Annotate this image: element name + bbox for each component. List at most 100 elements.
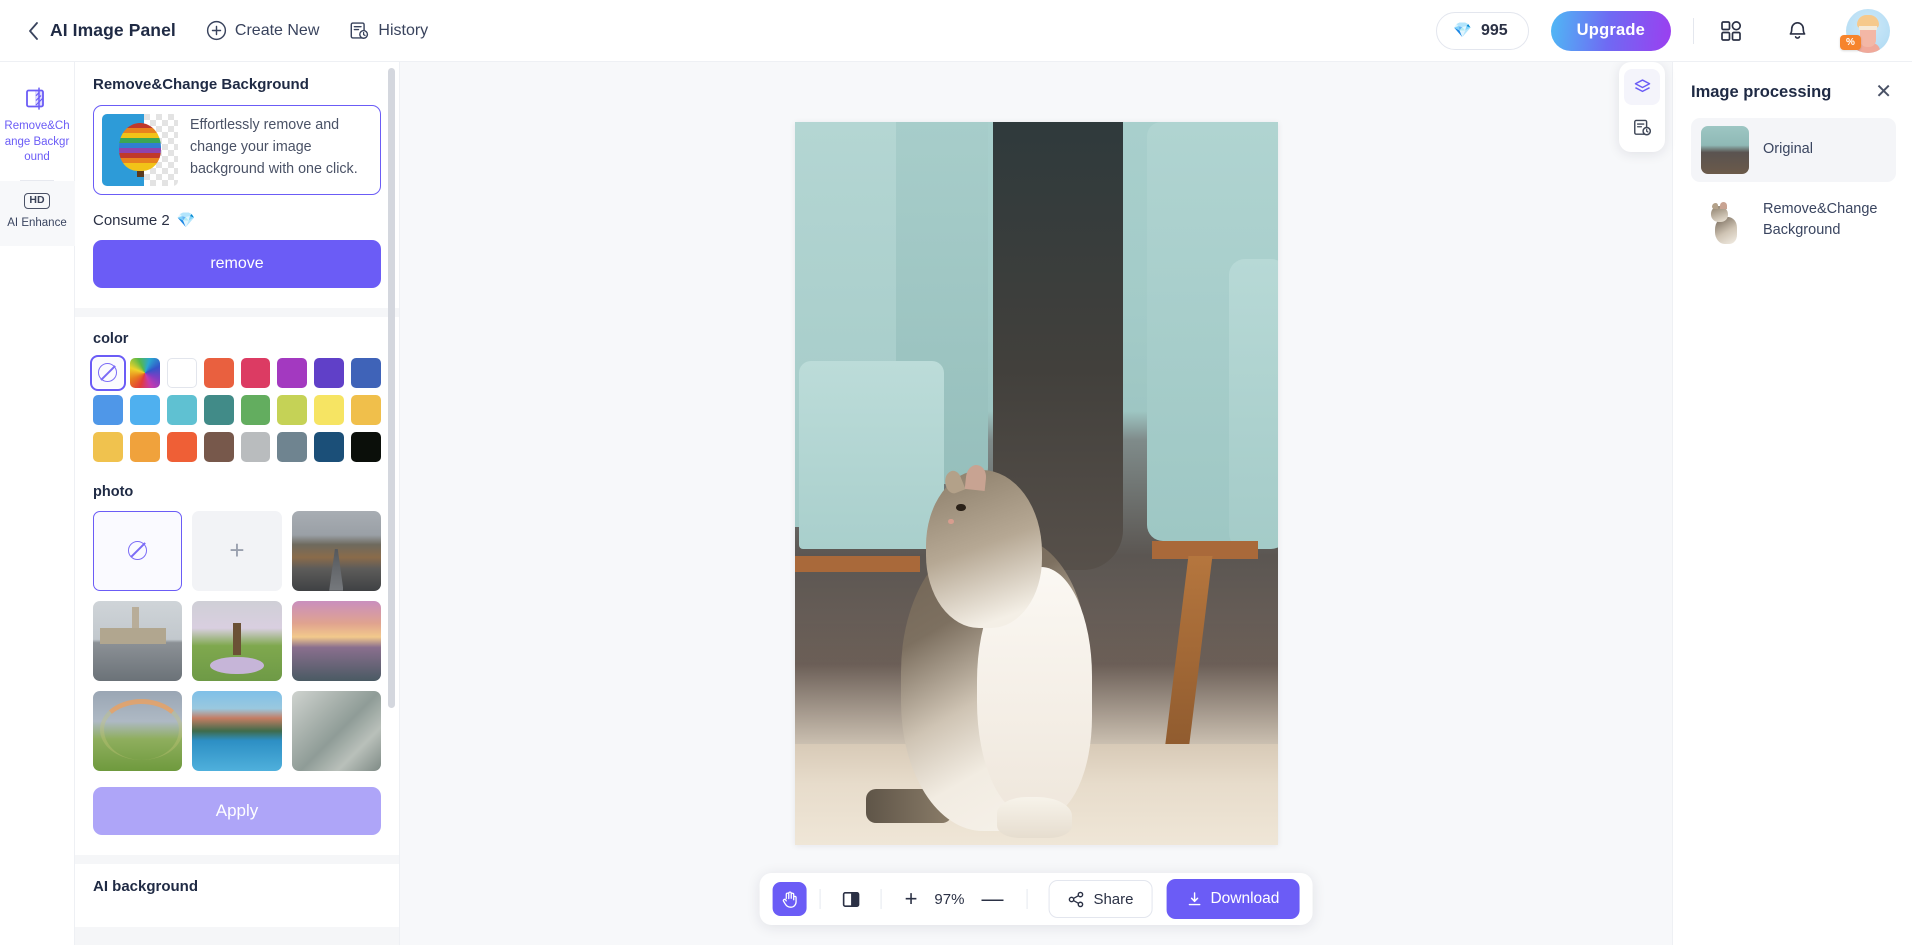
history-document-icon — [350, 22, 369, 39]
credits-badge[interactable]: 💎 995 — [1436, 11, 1529, 50]
hand-pan-button[interactable] — [772, 882, 807, 916]
notifications-button[interactable] — [1782, 16, 1812, 46]
sidebar-item-label: Remove&Change Background — [4, 120, 70, 164]
photo-option-mountain-road[interactable] — [291, 510, 381, 591]
compare-button[interactable] — [834, 882, 868, 916]
color-swatch[interactable] — [166, 358, 197, 388]
color-swatch-none[interactable] — [90, 355, 126, 391]
consume-row: Consume 2 💎 — [93, 212, 381, 229]
color-swatch[interactable] — [351, 358, 381, 388]
promo-card[interactable]: Effortlessly remove and change your imag… — [93, 105, 381, 195]
color-swatch[interactable] — [314, 358, 345, 388]
history-button[interactable]: History — [349, 20, 428, 41]
apply-button[interactable]: Apply — [93, 786, 381, 835]
before-after-compare-icon — [842, 891, 859, 907]
background-picker-card: color photo + Apply — [75, 317, 399, 855]
history-label: History — [378, 21, 429, 39]
cat-original-thumbnail — [1701, 126, 1749, 174]
mini-cat-shape — [1709, 202, 1741, 244]
close-panel-button[interactable]: ✕ — [1871, 80, 1896, 104]
balloon-shape — [119, 123, 161, 177]
sidebar-item-ai-enhance[interactable]: HD AI Enhance — [0, 180, 75, 246]
avatar-button[interactable]: % — [1840, 8, 1890, 53]
mini-cat-ear-left — [1712, 203, 1718, 209]
promo-text: Effortlessly remove and change your imag… — [190, 117, 358, 178]
hot-air-balloon-thumbnail — [102, 114, 178, 186]
photo-option-rainbow-field[interactable] — [93, 690, 183, 771]
card-title: Remove&Change Background — [93, 76, 309, 93]
color-swatch[interactable] — [240, 394, 271, 425]
color-swatch-custom[interactable] — [129, 358, 160, 388]
gem-icon: 💎 — [176, 212, 196, 229]
layers-tab[interactable] — [1624, 69, 1660, 105]
color-swatch[interactable] — [240, 431, 271, 462]
color-swatch[interactable] — [129, 394, 160, 425]
canvas-toolbar: + 97% — Share Download — [759, 873, 1313, 925]
color-swatch[interactable] — [129, 431, 160, 462]
color-swatch[interactable] — [277, 431, 308, 462]
layer-item-original[interactable]: Original — [1691, 118, 1896, 182]
photo-option-none[interactable] — [93, 510, 183, 591]
color-swatch[interactable] — [166, 394, 197, 425]
remove-button[interactable]: remove — [93, 240, 381, 288]
color-swatch[interactable] — [93, 394, 123, 425]
color-swatch[interactable] — [203, 394, 234, 425]
chair-far-right — [1229, 259, 1278, 549]
photo-option-abstract-grey[interactable] — [291, 690, 381, 771]
color-swatch[interactable] — [166, 431, 197, 462]
options-panel-scrollbar[interactable] — [388, 68, 395, 708]
color-swatch[interactable] — [203, 358, 234, 388]
layers-icon — [1634, 78, 1650, 92]
no-photo-icon — [128, 541, 148, 561]
zoom-level[interactable]: 97% — [927, 891, 971, 908]
consume-label: Consume 2 — [93, 212, 170, 229]
remove-background-card: Remove&Change Background Effortlessly re… — [75, 62, 399, 308]
grid-apps-icon — [1721, 20, 1742, 41]
color-swatch[interactable] — [240, 358, 271, 388]
share-button[interactable]: Share — [1048, 880, 1153, 918]
chair-leg — [1163, 555, 1213, 759]
sidebar-item-remove-background[interactable]: Remove&Change Background — [0, 74, 75, 180]
download-button[interactable]: Download — [1166, 879, 1300, 919]
color-swatch[interactable] — [93, 431, 123, 462]
cat-ear-right — [964, 463, 987, 492]
cat-paw — [996, 796, 1073, 839]
upgrade-button[interactable]: Upgrade — [1550, 10, 1671, 51]
cat-ear-left — [941, 468, 966, 496]
share-nodes-icon — [1068, 891, 1084, 907]
photo-option-cherry-blossom-tree[interactable] — [192, 600, 282, 681]
back-button[interactable] — [22, 20, 44, 42]
header-left-group: AI Image Panel Create New History — [22, 20, 428, 42]
layer-label: Original — [1763, 141, 1813, 158]
mini-cat-ear-right — [1720, 202, 1727, 209]
color-swatch[interactable] — [277, 358, 308, 388]
right-panel-title: Image processing — [1691, 82, 1832, 101]
history-tab[interactable] — [1624, 109, 1660, 145]
color-swatch[interactable] — [351, 431, 381, 462]
apps-grid-button[interactable] — [1716, 16, 1746, 46]
ai-background-card: AI background — [75, 863, 399, 927]
photo-option-big-ben-london[interactable] — [93, 600, 183, 681]
color-swatch[interactable] — [314, 394, 345, 425]
tool-rail: Remove&Change Background HD AI Enhance — [0, 62, 75, 945]
color-swatch[interactable] — [277, 394, 308, 425]
canvas-area: + 97% — Share Download — [400, 62, 1672, 945]
zoom-in-button[interactable]: + — [895, 888, 928, 910]
create-new-button[interactable]: Create New — [206, 20, 319, 41]
photo-option-mountain-lake-reflection[interactable] — [192, 690, 282, 771]
toolbar-divider — [880, 889, 882, 909]
zoom-out-button[interactable]: — — [971, 888, 1013, 910]
plus-circle-icon — [206, 20, 226, 41]
photo-option-sunset-lake[interactable] — [291, 600, 381, 681]
color-swatch[interactable] — [351, 394, 381, 425]
download-label: Download — [1210, 890, 1280, 907]
color-swatch[interactable] — [203, 431, 234, 462]
layer-item-remove-background[interactable]: Remove&Change Background — [1691, 188, 1896, 252]
cat-head — [926, 463, 1042, 628]
color-swatch[interactable] — [314, 431, 345, 462]
cat-photo — [794, 122, 1278, 845]
create-new-label: Create New — [234, 21, 320, 39]
image-stage[interactable] — [794, 122, 1278, 845]
photo-upload-button[interactable]: + — [192, 510, 282, 591]
toolbar-divider — [1026, 889, 1028, 909]
